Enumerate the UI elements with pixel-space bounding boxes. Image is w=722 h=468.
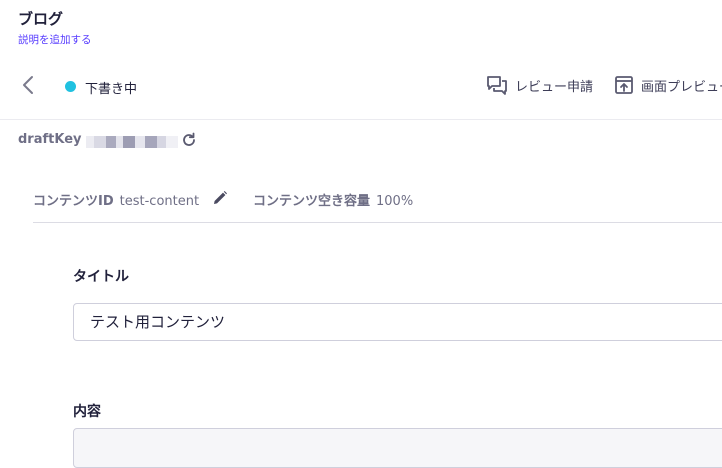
refresh-draft-key-button[interactable] [180,131,198,149]
refresh-icon [183,132,195,146]
content-id-value: test-content [119,194,200,209]
chevron-left-icon [23,76,33,94]
add-description-link[interactable]: 説明を追加する [18,32,92,47]
draft-key-masked-value [86,136,178,148]
draft-key-label: draftKey [18,132,82,147]
content-id-label: コンテンツID [33,194,114,209]
content-id-row: コンテンツID test-content [33,190,199,209]
body-editor[interactable] [73,428,722,468]
capacity-label: コンテンツ空き容量 [253,194,371,209]
edit-content-id-button[interactable] [212,190,228,206]
preview-button[interactable]: 画面プレビュー [614,73,722,97]
app-title: ブログ [18,10,64,28]
header-divider [0,119,722,120]
back-button[interactable] [18,74,40,96]
review-request-button[interactable]: レビュー申請 [486,73,593,97]
chat-bubbles-icon [487,76,507,95]
status-label: 下書き中 [85,82,138,97]
title-field-label: タイトル [73,269,129,285]
title-input[interactable]: テスト用コンテンツ [73,303,722,341]
status-dot [65,81,76,92]
meta-divider [33,222,722,223]
preview-label: 画面プレビュー [641,79,722,95]
capacity-value: 100% [376,194,414,209]
pencil-icon [214,191,227,204]
capacity-row: コンテンツ空き容量 100% [253,190,413,209]
review-request-label: レビュー申請 [515,79,594,95]
body-field-label: 内容 [73,404,101,420]
open-external-icon [615,76,633,94]
